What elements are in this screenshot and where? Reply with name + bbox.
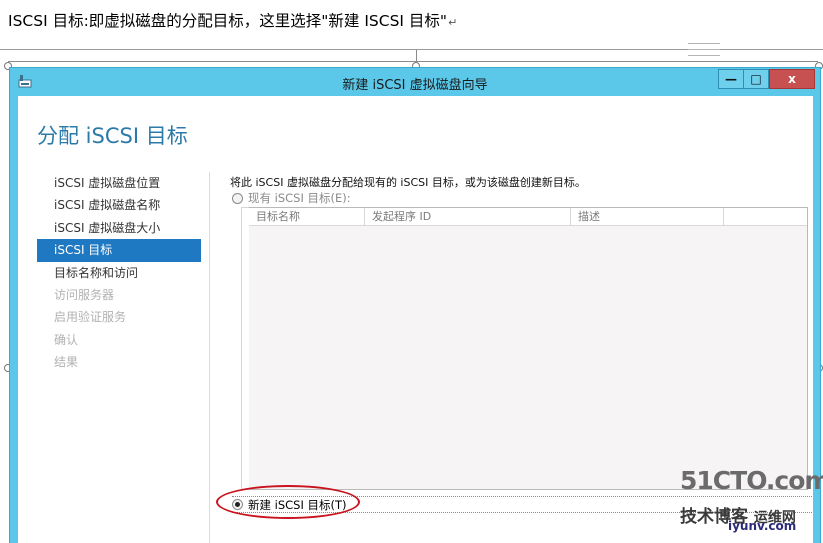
window-title: 新建 iSCSI 虚拟磁盘向导 [342,78,488,93]
step-description: 将此 iSCSI 虚拟磁盘分配给现有的 iSCSI 目标，或为该磁盘创建新目标。 [230,176,586,189]
existing-target-radio[interactable] [232,193,243,204]
paragraph-mark: ↵ [448,16,458,29]
nav-step-iscsi-target[interactable]: iSCSI 目标 [37,239,201,262]
nav-step-access-servers: 访问服务器 [54,287,115,302]
existing-target-label[interactable]: 现有 iSCSI 目标(E): [248,190,351,206]
nav-divider [209,172,210,543]
nav-step-disk-size[interactable]: iSCSI 虚拟磁盘大小 [18,217,213,239]
column-target-name[interactable]: 目标名称 [249,208,365,226]
column-initiator-id[interactable]: 发起程序 ID [365,208,571,226]
document-mark-line [688,49,720,50]
maximize-button[interactable]: □ [743,69,769,89]
nav-step-target-name-access[interactable]: 目标名称和访问 [18,262,213,284]
page-title: 分配 iSCSI 目标 [37,124,188,148]
column-extra[interactable] [724,208,807,226]
close-button[interactable]: x [769,69,815,89]
watermark-site: 51CTO.com [680,466,823,495]
nav-step-enable-auth: 启用验证服务 [54,310,127,325]
table-gutter [241,207,249,490]
document-mark-line [688,55,720,56]
nav-step-disk-name[interactable]: iSCSI 虚拟磁盘名称 [18,194,213,216]
document-caption: ISCSI 目标:即虚拟磁盘的分配目标，这里选择"新建 ISCSI 目标"↵ [8,9,457,31]
minimize-button[interactable]: — [718,69,744,89]
nav-step-disk-location[interactable]: iSCSI 虚拟磁盘位置 [18,172,213,194]
existing-targets-table[interactable]: 目标名称 发起程序 ID 描述 [241,207,808,490]
watermark-domain: iyunv.com [728,519,797,533]
title-bar[interactable]: 新建 iSCSI 虚拟磁盘向导 — □ x [10,68,820,95]
column-description[interactable]: 描述 [571,208,724,226]
site-watermark: 51CTO.com 技术博客 运维网 iyunv.com [680,466,823,538]
document-mark-line [688,43,720,44]
table-header: 目标名称 发起程序 ID 描述 [249,208,807,226]
wizard-step-list: iSCSI 虚拟磁盘位置 iSCSI 虚拟磁盘名称 iSCSI 虚拟磁盘大小 i… [18,172,213,374]
nav-step-results: 结果 [54,355,79,370]
nav-step-confirm: 确认 [54,332,79,347]
caption-text: ISCSI 目标:即虚拟磁盘的分配目标，这里选择"新建 ISCSI 目标" [8,12,448,30]
annotation-ellipse [216,485,360,519]
